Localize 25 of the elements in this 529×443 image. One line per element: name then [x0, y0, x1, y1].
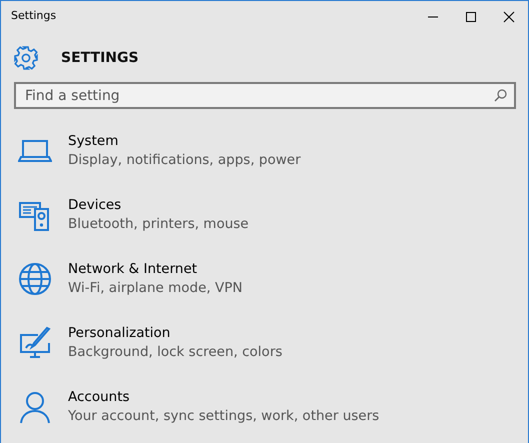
- category-description: Bluetooth, printers, mouse: [68, 215, 249, 234]
- globe-icon: [18, 262, 52, 296]
- search-icon: [494, 89, 507, 102]
- settings-category[interactable]: Devices Bluetooth, printers, mouse: [1, 183, 528, 247]
- settings-category[interactable]: Network & Internet Wi-Fi, airplane mode, VPN: [1, 247, 528, 311]
- category-description: Display, notifications, apps, power: [68, 151, 301, 170]
- person-icon: [18, 390, 52, 424]
- page-title: SETTINGS: [61, 48, 139, 68]
- category-name: Network & Internet: [68, 260, 198, 279]
- settings-category[interactable]: Accounts Your account, sync settings, work, other users: [1, 375, 528, 439]
- category-name: System: [68, 132, 120, 151]
- window-title: Settings: [11, 8, 56, 24]
- search-field[interactable]: Find a setting: [14, 82, 516, 109]
- category-description: Wi-Fi, airplane mode, VPN: [68, 279, 242, 298]
- category-name: Accounts: [68, 388, 131, 407]
- category-name: Devices: [68, 196, 122, 215]
- settings-category[interactable]: Personalization Background, lock screen, colors: [1, 311, 528, 375]
- category-description: Your account, sync settings, work, other users: [68, 407, 380, 426]
- settings-icon: [13, 45, 39, 71]
- maximize-icon: [465, 10, 477, 22]
- close-icon: [503, 10, 515, 22]
- category-name: Personalization: [68, 324, 172, 343]
- category-description: Background, lock screen, colors: [68, 343, 282, 362]
- settings-category[interactable]: System Display, notifications, apps, power: [1, 119, 528, 183]
- monitor-brush-icon: [18, 326, 52, 360]
